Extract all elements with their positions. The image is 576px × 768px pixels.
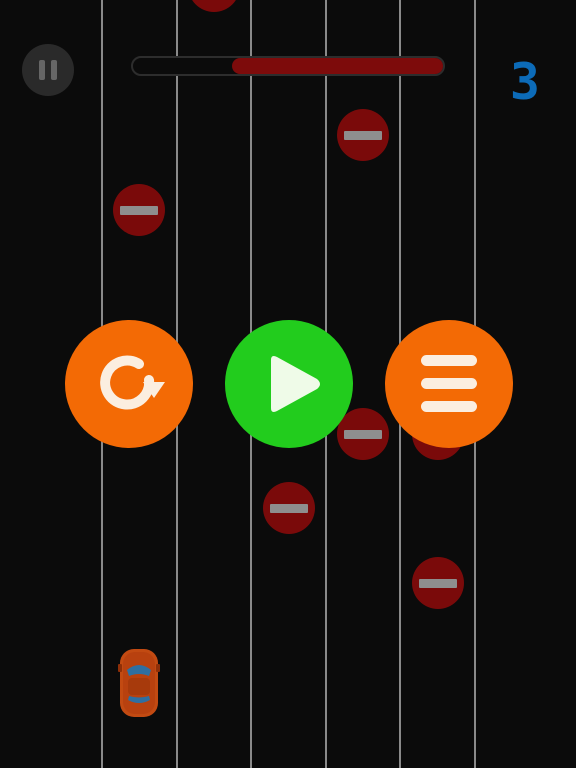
level-progress-fill [232, 58, 443, 74]
restart-button[interactable] [65, 320, 193, 448]
no-entry-obstacle [263, 482, 315, 534]
pause-icon [39, 60, 45, 80]
player-car [118, 646, 160, 720]
no-entry-obstacle [113, 184, 165, 236]
score-counter: 3 [509, 53, 540, 111]
hamburger-menu-icon [421, 355, 477, 412]
level-progress-bar [131, 56, 445, 76]
no-entry-obstacle [188, 0, 240, 12]
no-entry-obstacle [337, 109, 389, 161]
no-entry-bar [120, 206, 158, 215]
no-entry-bar [270, 504, 308, 513]
pause-button[interactable] [22, 44, 74, 96]
play-icon [271, 356, 320, 412]
menu-button[interactable] [385, 320, 513, 448]
game-playfield: 3 [0, 0, 576, 768]
restart-icon [100, 355, 165, 410]
play-button[interactable] [225, 320, 353, 448]
no-entry-bar [419, 579, 457, 588]
pause-icon [51, 60, 57, 80]
no-entry-obstacle [412, 557, 464, 609]
orange-car-icon [118, 649, 160, 717]
no-entry-bar [344, 131, 382, 140]
